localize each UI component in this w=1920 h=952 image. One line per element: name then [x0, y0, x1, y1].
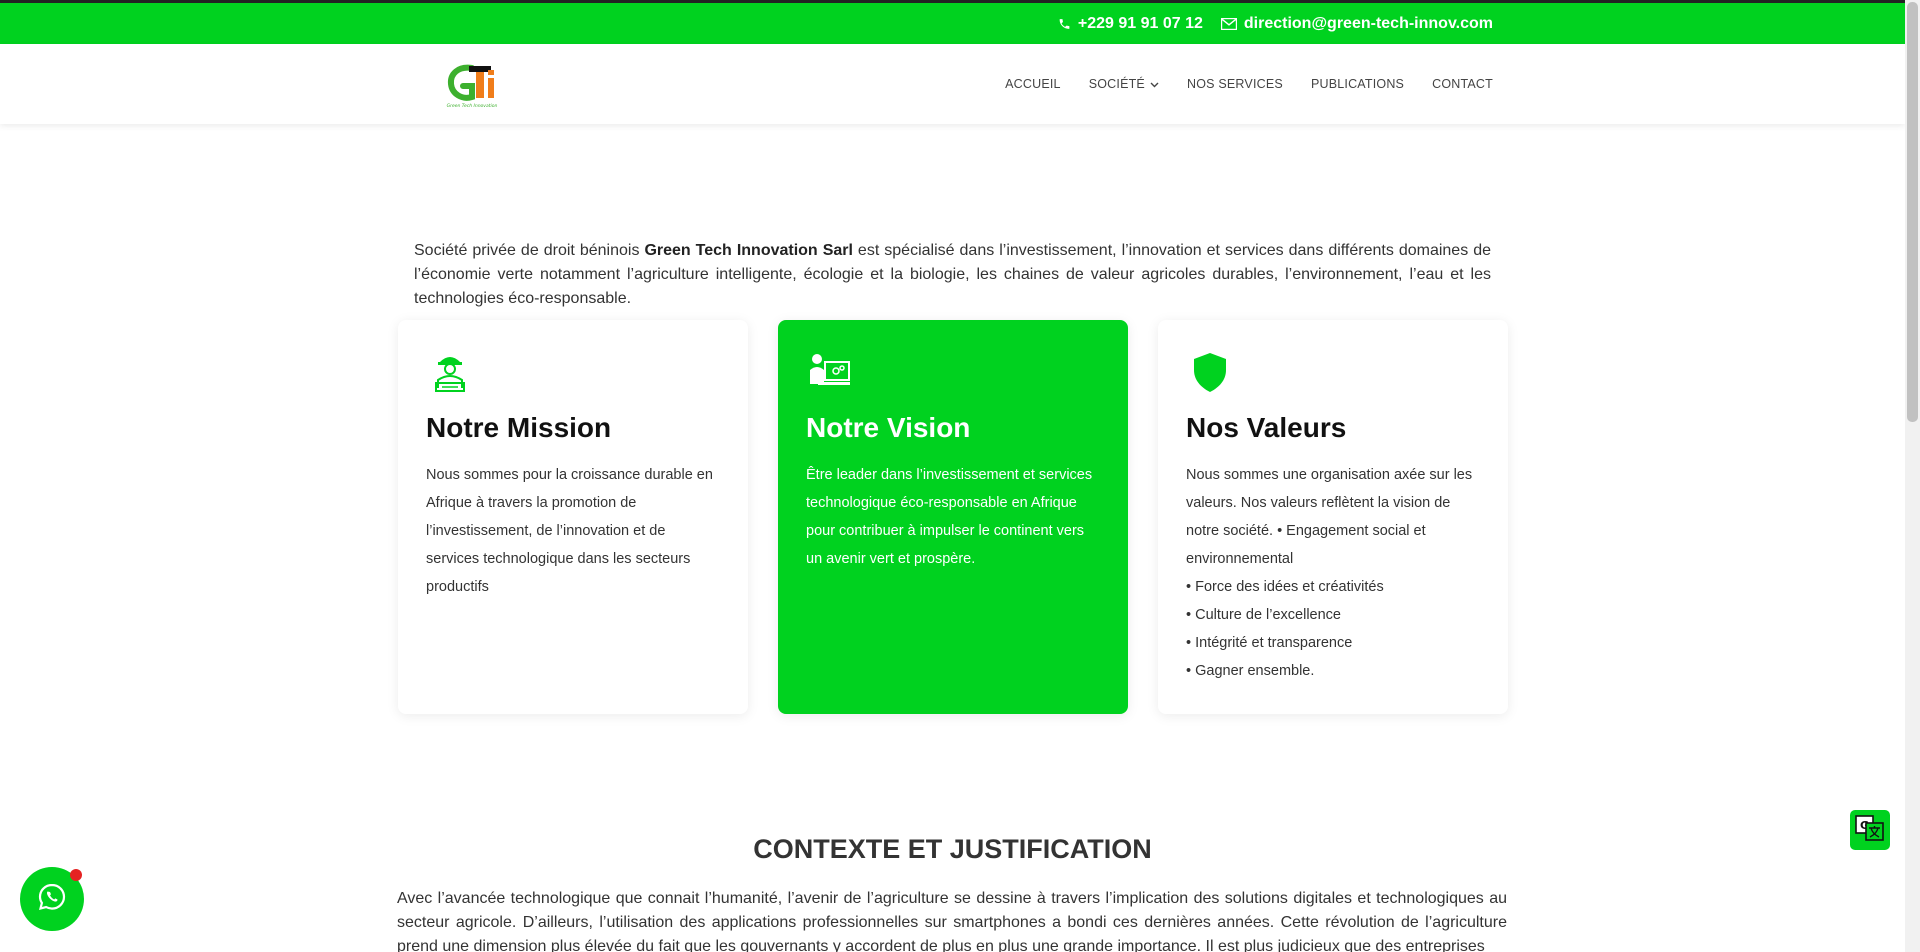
- translate-icon: G: [1855, 814, 1885, 846]
- phone-number: +229 91 91 07 12: [1077, 14, 1203, 32]
- whatsapp-icon: [36, 881, 68, 918]
- card-mission: Notre Mission Nous sommes pour la croiss…: [398, 320, 748, 714]
- context-body: Avec l’avancée technologique que connait…: [397, 890, 1507, 952]
- notification-badge: [70, 869, 82, 881]
- translate-button[interactable]: G: [1850, 810, 1890, 850]
- card-mission-text: Nous sommes pour la croissance durable e…: [426, 467, 713, 595]
- card-vision: Notre Vision Être leader dans l’investis…: [778, 320, 1128, 714]
- envelope-icon: [1220, 17, 1237, 30]
- nav-nos-services[interactable]: NOS SERVICES: [1187, 77, 1283, 91]
- valeurs-line: • Culture de l’excellence: [1186, 607, 1341, 623]
- site-header: Green Tech Innovation ACCUEIL SOCIÉTÉ NO…: [0, 44, 1905, 124]
- email-address: direction@green-tech-innov.com: [1243, 14, 1493, 32]
- engineer-icon: [428, 350, 472, 394]
- nav-accueil[interactable]: ACCUEIL: [1005, 77, 1061, 91]
- valeurs-line: • Gagner ensemble.: [1186, 663, 1315, 679]
- card-valeurs-title: Nos Valeurs: [1186, 412, 1347, 443]
- nav-publications[interactable]: PUBLICATIONS: [1311, 77, 1404, 91]
- card-vision-title: Notre Vision: [806, 412, 971, 443]
- site-logo[interactable]: Green Tech Innovation: [446, 62, 498, 110]
- intro-company-name: Green Tech Innovation Sarl: [644, 242, 853, 259]
- card-valeurs: Nos Valeurs Nous sommes une organisation…: [1158, 320, 1508, 714]
- nav-services-label: NOS SERVICES: [1186, 77, 1283, 91]
- intro-prefix: Société privée de droit béninois: [414, 242, 645, 259]
- card-mission-title: Notre Mission: [426, 412, 612, 443]
- chevron-down-icon: [1150, 77, 1159, 91]
- nav-societe[interactable]: SOCIÉTÉ: [1089, 77, 1159, 91]
- computer-user-icon: [808, 350, 852, 394]
- valeurs-line: • Intégrité et transparence: [1186, 635, 1353, 651]
- nav-contact[interactable]: CONTACT: [1432, 77, 1493, 91]
- valeurs-line: Nous sommes une organisation axée sur le…: [1186, 467, 1473, 567]
- phone-link[interactable]: +229 91 91 07 12: [1058, 15, 1203, 33]
- main-nav: ACCUEIL SOCIÉTÉ NOS SERVICES PUBLICATION…: [1005, 44, 1493, 124]
- whatsapp-button[interactable]: [20, 867, 84, 931]
- card-valeurs-text: Nous sommes une organisation axée sur le…: [1186, 461, 1476, 685]
- valeurs-line: • Force des idées et créativités: [1186, 579, 1384, 595]
- nav-accueil-label: ACCUEIL: [1005, 77, 1061, 91]
- logo-subtext: Green Tech Innovation: [447, 103, 498, 109]
- context-title: CONTEXTE ET JUSTIFICATION: [753, 834, 1152, 864]
- email-link[interactable]: direction@green-tech-innov.com: [1220, 14, 1493, 33]
- scrollbar-thumb[interactable]: [1907, 2, 1918, 422]
- nav-contact-label: CONTACT: [1432, 77, 1493, 91]
- top-contact-bar: +229 91 91 07 12 direction@green-tech-in…: [0, 3, 1905, 44]
- nav-publications-label: PUBLICATIONS: [1310, 77, 1405, 91]
- intro-paragraph: Société privée de droit béninois Green T…: [414, 239, 1491, 311]
- phone-icon: [1058, 17, 1071, 31]
- shield-icon: [1188, 350, 1232, 394]
- card-vision-text: Être leader dans l’investissement et ser…: [806, 467, 1093, 567]
- nav-societe-label: SOCIÉTÉ: [1088, 77, 1145, 91]
